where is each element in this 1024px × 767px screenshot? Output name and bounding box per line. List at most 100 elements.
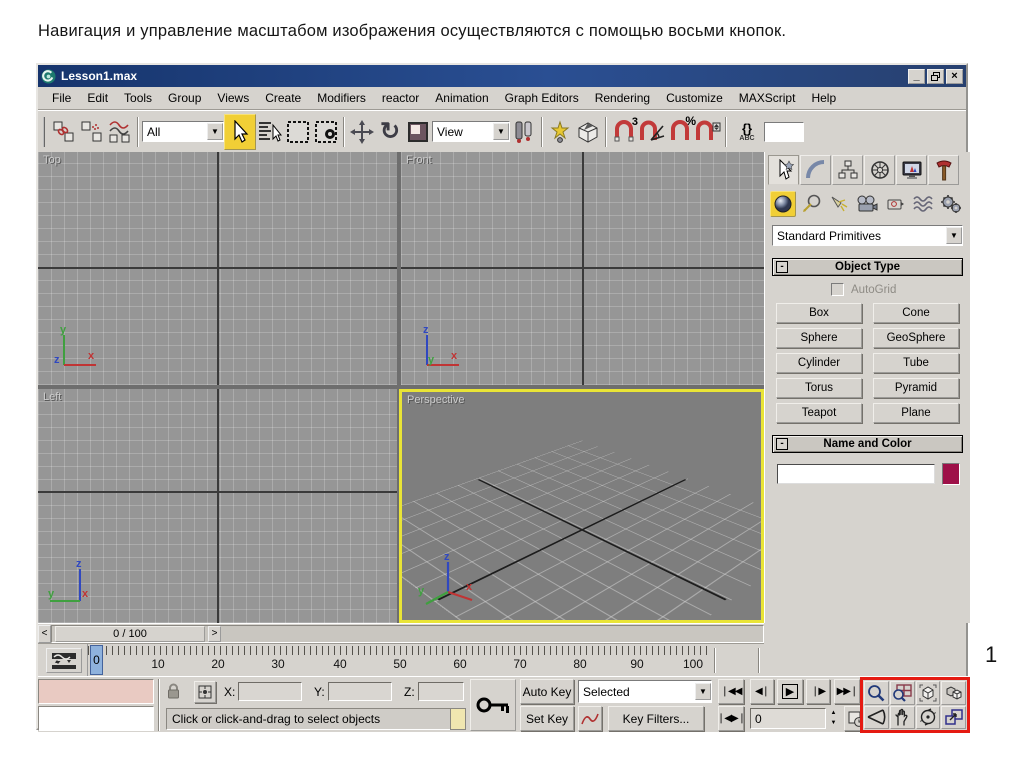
next-frame-button[interactable]: ❘▶ xyxy=(806,679,830,704)
spinner-snap-toggle-button[interactable] xyxy=(694,117,722,147)
menu-tools[interactable]: Tools xyxy=(116,88,160,108)
select-and-rotate-button[interactable]: ↻ xyxy=(376,117,404,147)
menu-create[interactable]: Create xyxy=(257,88,309,108)
tab-create[interactable] xyxy=(768,155,799,185)
plane-button[interactable]: Plane xyxy=(873,403,959,423)
menu-animation[interactable]: Animation xyxy=(427,88,496,108)
zoom-extents-all-button[interactable] xyxy=(941,681,966,705)
category-systems-button[interactable] xyxy=(938,191,964,217)
min-max-toggle-button[interactable] xyxy=(941,706,966,730)
field-of-view-button[interactable] xyxy=(864,706,889,730)
zoom-button[interactable] xyxy=(864,681,889,705)
angle-snap-toggle-button[interactable] xyxy=(638,117,666,147)
rectangular-selection-region-button[interactable] xyxy=(284,117,312,147)
next-frame-arrow-button[interactable]: > xyxy=(208,626,221,642)
frame-spinner[interactable]: ▲ ▼ xyxy=(828,708,839,729)
viewport-top[interactable]: Top y x z xyxy=(38,152,397,385)
tube-button[interactable]: Tube xyxy=(873,353,959,373)
time-slider-track[interactable]: 0 / 100 > xyxy=(51,625,764,643)
name-and-color-rollout-header[interactable]: Name and Color - xyxy=(772,435,963,453)
viewport-top-label[interactable]: Top xyxy=(43,154,61,166)
category-space-warps-button[interactable] xyxy=(910,191,936,217)
menu-edit[interactable]: Edit xyxy=(79,88,116,108)
category-geometry-button[interactable] xyxy=(770,191,796,217)
torus-button[interactable]: Torus xyxy=(776,378,862,398)
tab-hierarchy[interactable] xyxy=(832,155,863,185)
play-animation-button[interactable]: ▶ xyxy=(777,679,803,704)
cylinder-button[interactable]: Cylinder xyxy=(776,353,862,373)
unlink-selection-button[interactable] xyxy=(78,117,106,147)
splitter[interactable] xyxy=(158,679,160,731)
select-object-button[interactable] xyxy=(224,114,256,150)
autogrid-checkbox[interactable] xyxy=(831,283,844,296)
select-and-move-button[interactable] xyxy=(348,117,376,147)
named-selection-input[interactable] xyxy=(764,122,804,142)
default-in-out-tangent-button[interactable] xyxy=(578,706,602,731)
category-lights-button[interactable] xyxy=(826,191,852,217)
absolute-offset-toggle[interactable] xyxy=(194,681,216,703)
menu-help[interactable]: Help xyxy=(803,88,844,108)
close-button[interactable]: × xyxy=(946,69,963,84)
go-to-start-button[interactable]: ❘◀◀ xyxy=(718,679,744,704)
category-cameras-button[interactable] xyxy=(854,191,880,217)
track-bar-ruler[interactable]: 0 10 20 30 40 50 60 70 80 90 100 xyxy=(87,644,709,677)
box-button[interactable]: Box xyxy=(776,303,862,323)
use-pivot-point-center-button[interactable] xyxy=(510,117,538,147)
select-and-manipulate-button[interactable] xyxy=(546,117,574,147)
zoom-extents-button[interactable] xyxy=(916,681,941,705)
menu-modifiers[interactable]: Modifiers xyxy=(309,88,374,108)
arc-rotate-button[interactable] xyxy=(916,706,941,730)
tab-display[interactable] xyxy=(896,155,927,185)
category-helpers-button[interactable] xyxy=(882,191,908,217)
object-color-swatch[interactable] xyxy=(942,463,960,485)
key-mode-toggle-button[interactable]: ❘◀▶❘ xyxy=(718,706,744,731)
reference-coordinate-dropdown[interactable]: View ▼ xyxy=(432,121,510,142)
select-by-name-button[interactable] xyxy=(256,117,284,147)
dropdown-arrow-icon[interactable]: ▼ xyxy=(493,123,509,140)
pan-view-button[interactable] xyxy=(890,706,915,730)
title-bar[interactable]: Lesson1.max _ × xyxy=(38,65,966,87)
selection-lock-toggle[interactable] xyxy=(166,683,181,704)
tab-modify[interactable] xyxy=(800,155,831,185)
viewport-front-label[interactable]: Front xyxy=(406,154,432,166)
current-frame-marker[interactable]: 0 xyxy=(90,645,103,675)
maxscript-listener-white[interactable] xyxy=(38,706,154,731)
previous-frame-button[interactable]: ◀❘ xyxy=(750,679,774,704)
splitter[interactable] xyxy=(714,648,716,673)
splitter[interactable] xyxy=(758,648,760,673)
window-crossing-toggle-button[interactable] xyxy=(312,117,340,147)
pyramid-button[interactable]: Pyramid xyxy=(873,378,959,398)
spinner-down-icon[interactable]: ▼ xyxy=(828,718,839,728)
open-mini-curve-editor-button[interactable] xyxy=(46,648,82,673)
cone-button[interactable]: Cone xyxy=(873,303,959,323)
auto-key-button[interactable]: Auto Key xyxy=(520,679,574,704)
x-coordinate-field[interactable] xyxy=(238,682,302,701)
dropdown-arrow-icon[interactable]: ▼ xyxy=(695,683,711,700)
viewport-perspective[interactable]: Perspective z x y xyxy=(399,389,764,623)
viewport-left[interactable]: Left z y x xyxy=(38,389,397,623)
object-name-input[interactable] xyxy=(777,464,935,484)
z-coordinate-field[interactable] xyxy=(418,682,464,701)
prev-frame-arrow-button[interactable]: < xyxy=(38,625,51,643)
zoom-all-button[interactable] xyxy=(890,681,915,705)
edit-named-selections-button[interactable]: {} ABC xyxy=(730,117,764,147)
select-and-link-button[interactable] xyxy=(50,117,78,147)
minimize-button[interactable]: _ xyxy=(908,69,925,84)
tab-utilities[interactable] xyxy=(928,155,959,185)
toolbar-grip[interactable] xyxy=(43,117,47,147)
object-type-rollout-header[interactable]: Object Type - xyxy=(772,258,963,276)
menu-rendering[interactable]: Rendering xyxy=(587,88,658,108)
prompt-mode-icon[interactable] xyxy=(450,708,466,730)
percent-snap-toggle-button[interactable]: % xyxy=(666,117,694,147)
restore-button[interactable] xyxy=(927,69,944,84)
keyboard-override-button[interactable] xyxy=(574,117,602,147)
dropdown-arrow-icon[interactable]: ▼ xyxy=(946,227,962,244)
selected-keys-dropdown[interactable]: Selected ▼ xyxy=(578,680,712,703)
go-to-end-button[interactable]: ▶▶❘ xyxy=(834,679,860,704)
geosphere-button[interactable]: GeoSphere xyxy=(873,328,959,348)
menu-group[interactable]: Group xyxy=(160,88,209,108)
track-bar[interactable]: 0 10 20 30 40 50 60 70 80 90 100 xyxy=(38,643,764,676)
bind-to-space-warp-button[interactable] xyxy=(106,117,134,147)
menu-file[interactable]: File xyxy=(44,88,79,108)
menu-reactor[interactable]: reactor xyxy=(374,88,427,108)
